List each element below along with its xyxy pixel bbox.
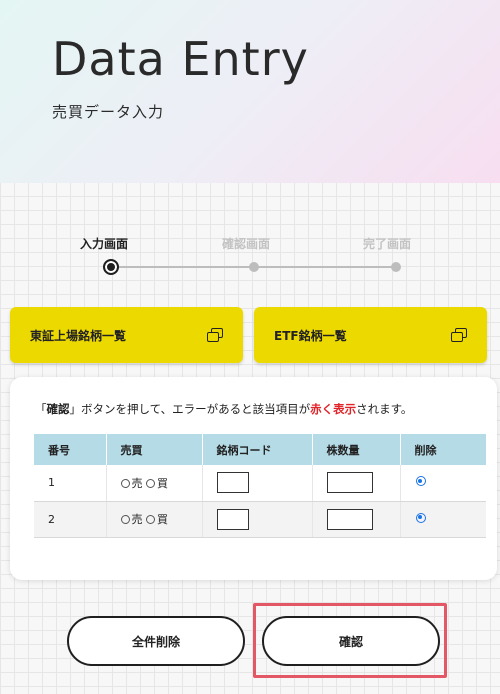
trade-entry-table: 番号 売買 銘柄コード 株数量 削除 1 売 買 2 売 買 — [34, 434, 486, 538]
quote-close: 」 — [69, 402, 82, 416]
row-number: 1 — [34, 465, 107, 502]
sell-label: 売 — [131, 476, 143, 490]
table-row: 1 売 買 — [34, 465, 486, 502]
buy-radio[interactable]: 買 — [146, 477, 168, 490]
row-number: 2 — [34, 501, 107, 538]
external-window-icon — [451, 328, 467, 342]
radio-circle-icon — [146, 515, 155, 524]
stock-code-cell — [202, 465, 313, 502]
col-delete: 削除 — [400, 434, 486, 465]
sell-radio[interactable]: 売 — [120, 476, 143, 490]
tse-list-button[interactable]: 東証上場銘柄一覧 — [10, 307, 243, 363]
step-complete-label: 完了画面 — [363, 237, 412, 251]
radio-circle-icon — [146, 478, 155, 488]
error-highlight-text: 赤く表示 — [310, 402, 357, 416]
col-number: 番号 — [34, 434, 107, 465]
etf-list-button[interactable]: ETF銘柄一覧 — [254, 307, 487, 363]
step-input-label: 入力画面 — [80, 237, 129, 251]
quantity-input[interactable] — [326, 508, 373, 530]
delete-cell — [400, 465, 486, 502]
progress-steps: 入力画面 確認画面 完了画面 — [0, 230, 500, 280]
quantity-cell — [312, 501, 401, 538]
delete-cell — [400, 501, 486, 538]
table-row: 2 売 買 — [34, 501, 486, 538]
stock-code-input[interactable] — [216, 472, 249, 494]
entry-panel: 「確認」ボタンを押して、エラーがあると該当項目が赤く表示されます。 番号 売買 … — [10, 377, 497, 580]
trade-type-radios: 売 買 — [106, 465, 203, 502]
delete-radio[interactable] — [415, 476, 426, 487]
col-stock-code: 銘柄コード — [202, 434, 313, 465]
page-title: Data Entry — [52, 32, 309, 86]
hero-banner: Data Entry 売買データ入力 — [0, 0, 500, 183]
quantity-cell — [312, 465, 401, 502]
stock-code-cell — [202, 501, 313, 538]
sell-radio[interactable]: 売 — [120, 513, 143, 526]
buy-radio[interactable]: 買 — [146, 513, 168, 526]
instruction-part1: ボタンを押して、エラーがあると該当項目が — [81, 402, 311, 416]
etf-list-label: ETF銘柄一覧 — [274, 328, 347, 343]
col-quantity: 株数量 — [312, 434, 401, 465]
instruction-part2: されます。 — [356, 402, 413, 416]
step-confirm-dot — [249, 262, 259, 272]
col-trade-type: 売買 — [106, 434, 203, 465]
buy-label: 買 — [157, 476, 168, 490]
quote-open: 「 — [35, 402, 47, 416]
confirm-keyword: 確認 — [46, 402, 70, 416]
confirm-button-highlight — [253, 603, 447, 678]
step-complete-dot — [391, 262, 401, 272]
tse-list-label: 東証上場銘柄一覧 — [30, 328, 127, 343]
delete-radio[interactable] — [415, 512, 426, 523]
instruction-text: 「確認」ボタンを押して、エラーがあると該当項目が赤く表示されます。 — [35, 401, 412, 417]
table-header-row: 番号 売買 銘柄コード 株数量 削除 — [34, 434, 486, 465]
external-window-icon — [207, 328, 223, 342]
radio-circle-icon — [120, 478, 130, 488]
radio-circle-icon — [120, 515, 130, 524]
stock-code-input[interactable] — [216, 508, 249, 530]
delete-all-button[interactable]: 全件削除 — [67, 616, 245, 666]
page-subtitle: 売買データ入力 — [52, 103, 165, 121]
quantity-input[interactable] — [326, 472, 373, 494]
trade-type-radios: 売 買 — [106, 501, 203, 538]
step-input-dot — [103, 259, 119, 275]
buy-label: 買 — [157, 513, 168, 526]
sell-label: 売 — [131, 513, 143, 526]
step-confirm-label: 確認画面 — [222, 237, 271, 251]
